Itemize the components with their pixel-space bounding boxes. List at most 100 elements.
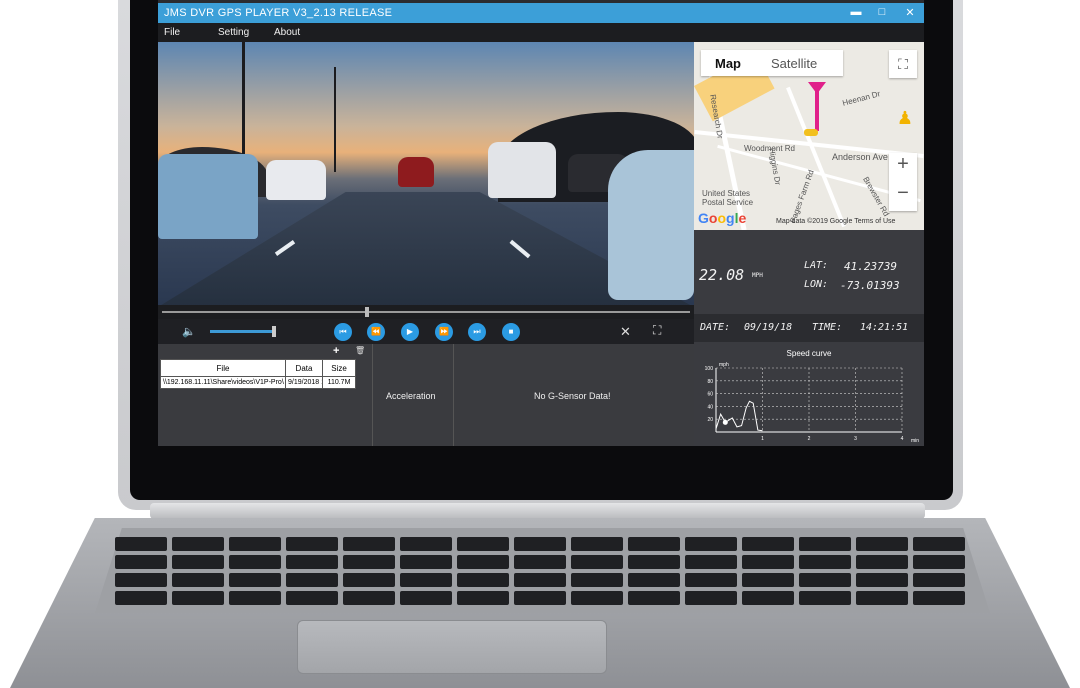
keyboard-key xyxy=(856,573,908,587)
minimize-button[interactable]: ▬ xyxy=(848,6,864,18)
video-display[interactable] xyxy=(158,42,694,305)
satellite-tab[interactable]: Satellite xyxy=(771,56,817,71)
map-type-control: Map Satellite xyxy=(701,50,843,76)
seek-thumb[interactable] xyxy=(365,307,369,317)
keyboard-key xyxy=(229,555,281,569)
keyboard-key xyxy=(571,591,623,605)
date-label: DATE: xyxy=(700,322,731,333)
maximize-button[interactable]: □ xyxy=(874,6,890,18)
y-tick-label: 20 xyxy=(707,417,713,423)
keyboard-key xyxy=(172,537,224,551)
keyboard-key xyxy=(172,573,224,587)
video-car xyxy=(398,157,434,187)
close-button[interactable]: ✕ xyxy=(902,6,918,19)
play-button[interactable]: ▶ xyxy=(401,323,419,341)
zoom-out-button[interactable]: − xyxy=(889,182,917,205)
zoom-control: + − xyxy=(889,153,917,211)
volume-icon[interactable]: 🔈 xyxy=(182,325,196,338)
keyboard-key xyxy=(457,555,509,569)
file-table: File Data Size \\192.168.11.11\Share\vid… xyxy=(160,359,356,389)
add-file-button[interactable]: + xyxy=(333,345,339,357)
keyboard-key xyxy=(115,537,167,551)
date-value: 09/19/18 xyxy=(744,322,793,333)
close-video-icon[interactable]: ✕ xyxy=(620,324,631,340)
x-tick-label: 2 xyxy=(808,436,811,442)
keyboard-key xyxy=(229,537,281,551)
table-row[interactable]: \\192.168.11.11\Share\videos\V1P-Pro\ 9/… xyxy=(160,376,356,389)
keyboard-key xyxy=(514,555,566,569)
volume-slider[interactable] xyxy=(210,330,272,333)
keyboard-key xyxy=(457,591,509,605)
skip-start-button[interactable]: ⏮ xyxy=(334,323,352,341)
keyboard-key xyxy=(514,591,566,605)
x-tick-label: 4 xyxy=(901,436,904,442)
keyboard-key xyxy=(229,573,281,587)
speed-current-point xyxy=(722,419,728,425)
keyboard-key xyxy=(457,537,509,551)
keyboard-key xyxy=(856,591,908,605)
keyboard-key xyxy=(799,573,851,587)
map-label-postal: United States Postal Service xyxy=(702,189,754,207)
keyboard-key xyxy=(286,591,338,605)
seek-track xyxy=(162,311,690,313)
skip-end-button[interactable]: ⏭ xyxy=(468,323,486,341)
video-pole xyxy=(242,42,245,162)
keyboard-key xyxy=(742,591,794,605)
video-car xyxy=(266,160,326,200)
bottom-panel: + 🗑 File Data Size \\192.168.11.11\Share… xyxy=(158,344,694,446)
datetime-readout: DATE: 09/19/18 TIME: 14:21:51 xyxy=(694,314,924,342)
keyboard-key xyxy=(286,555,338,569)
keyboard-key xyxy=(286,573,338,587)
speed-unit: MPH xyxy=(752,272,763,279)
keyboard-key xyxy=(628,555,680,569)
keyboard-key xyxy=(286,537,338,551)
laptop-hinge xyxy=(150,503,925,519)
seek-bar[interactable] xyxy=(158,305,694,319)
map-tab[interactable]: Map xyxy=(715,56,741,71)
map-panel[interactable]: Woodmont Rd Anderson Ave United States P… xyxy=(694,42,924,230)
keyboard-key xyxy=(172,555,224,569)
keyboard-key xyxy=(685,537,737,551)
keyboard-key xyxy=(685,555,737,569)
map-label-pages: Pages Farm Rd xyxy=(788,168,816,225)
fullscreen-icon[interactable]: ⛶ xyxy=(653,323,661,338)
speed-value: 22.08 xyxy=(699,266,745,284)
keyboard-key xyxy=(799,591,851,605)
rewind-button[interactable]: ⏪ xyxy=(367,323,385,341)
speed-curve-xlabel: min xyxy=(911,438,919,444)
keyboard-key xyxy=(514,537,566,551)
keyboard-key xyxy=(913,537,965,551)
fast-forward-button[interactable]: ⏩ xyxy=(435,323,453,341)
time-value: 14:21:51 xyxy=(860,322,909,333)
keyboard-key xyxy=(571,555,623,569)
map-attribution: Map data ©2019 Google Terms of Use xyxy=(776,218,896,225)
keyboard-key xyxy=(799,537,851,551)
dvr-player-window: JMS DVR GPS PLAYER V3_2.13 RELEASE ▬ □ ✕… xyxy=(158,0,924,446)
lon-value: -73.01393 xyxy=(840,279,900,292)
menu-file[interactable]: File xyxy=(164,27,180,38)
map-label-heenan: Heenan Dr xyxy=(841,89,882,108)
stop-button[interactable]: ■ xyxy=(502,323,520,341)
map-fullscreen-icon[interactable]: ⛶ xyxy=(889,50,917,78)
title-bar: JMS DVR GPS PLAYER V3_2.13 RELEASE ▬ □ ✕ xyxy=(158,3,924,23)
delete-file-icon[interactable]: 🗑 xyxy=(355,346,365,355)
keyboard-key xyxy=(742,555,794,569)
zoom-in-button[interactable]: + xyxy=(889,153,917,176)
menu-about[interactable]: About xyxy=(274,27,300,38)
volume-thumb[interactable] xyxy=(272,326,276,337)
col-data[interactable]: Data xyxy=(285,359,323,377)
col-file[interactable]: File xyxy=(160,359,286,377)
cell-data: 9/19/2018 1 xyxy=(285,376,323,389)
menu-setting[interactable]: Setting xyxy=(218,27,249,38)
lon-label: LON: xyxy=(804,279,829,290)
keyboard-key xyxy=(343,555,395,569)
map-label-higgins: Higgins Dr xyxy=(766,147,783,186)
menu-bar: File Setting About xyxy=(158,23,924,42)
pegman-icon[interactable]: ♟ xyxy=(897,108,913,129)
cell-file: \\192.168.11.11\Share\videos\V1P-Pro\ xyxy=(160,376,286,389)
keyboard-key xyxy=(856,555,908,569)
keyboard-key xyxy=(229,591,281,605)
keyboard-key xyxy=(685,573,737,587)
keyboard-key xyxy=(913,555,965,569)
col-size[interactable]: Size xyxy=(322,359,356,377)
